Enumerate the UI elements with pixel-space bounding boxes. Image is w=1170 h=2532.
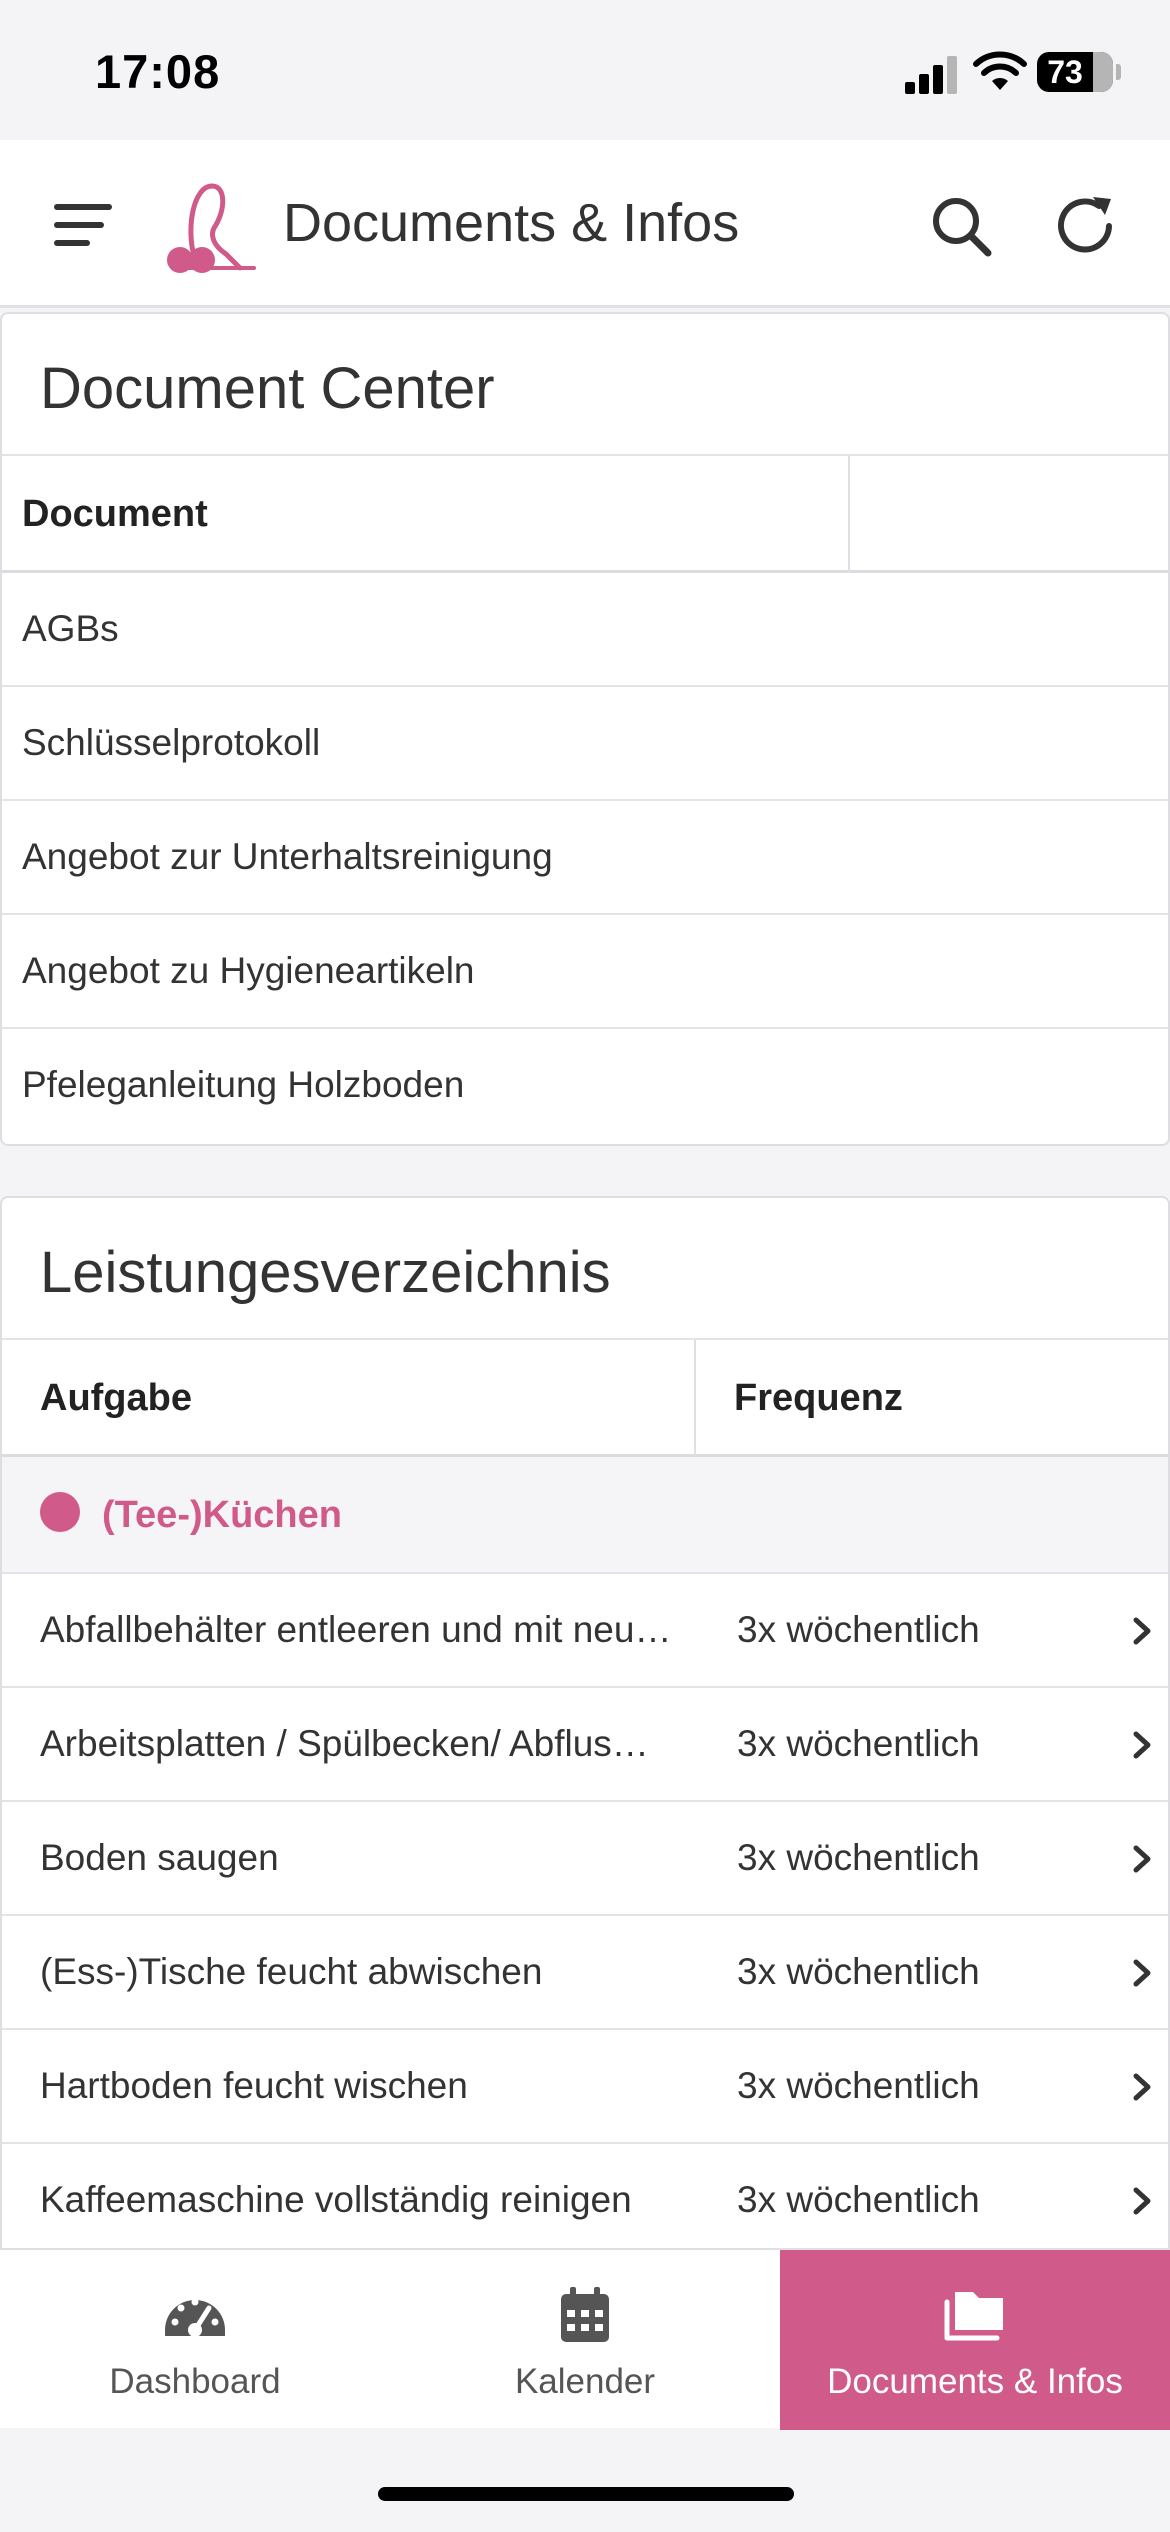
task-row[interactable]: Boden saugen 3x wöchentlich — [2, 1802, 1168, 1916]
task-name: Hartboden feucht wischen — [40, 2065, 468, 2106]
gauge-icon — [165, 2298, 225, 2337]
home-indicator[interactable] — [378, 2487, 794, 2501]
nav-item-dashboard[interactable]: Dashboard — [0, 2250, 390, 2430]
battery-level: 73 — [1047, 54, 1083, 90]
nav-item-documents-infos[interactable]: Documents & Infos — [780, 2250, 1170, 2430]
nav-label-dashboard: Dashboard — [109, 2362, 281, 2401]
chevron-right-icon — [1133, 2187, 1151, 2215]
leistungsverzeichnis-title: Leistungesverzeichnis — [2, 1198, 1168, 1340]
task-frequency: 3x wöchentlich — [737, 1837, 980, 1878]
task-name: (Ess-)Tische feucht abwischen — [40, 1951, 543, 1992]
chevron-right-icon — [1133, 1731, 1151, 1759]
task-table-header: Aufgabe Frequenz — [2, 1340, 1168, 1457]
document-row-pflegeanleitung-holzboden[interactable]: Pfeleganleitung Holzboden — [2, 1029, 1168, 1143]
task-row[interactable]: Kaffeemaschine vollständig reinigen 3x w… — [2, 2144, 1168, 2254]
nav-label-kalender: Kalender — [514, 2362, 656, 2401]
document-center-card: Document Center Document AGBs Schlüsselp… — [0, 312, 1170, 1146]
document-row-schluesselprotokoll[interactable]: Schlüsselprotokoll — [2, 687, 1168, 801]
task-row[interactable]: Abfallbehälter entleeren und mit neu… 3x… — [2, 1574, 1168, 1688]
column-header-frequenz[interactable]: Frequenz — [734, 1340, 903, 1457]
task-row[interactable]: (Ess-)Tische feucht abwischen 3x wöchent… — [2, 1916, 1168, 2030]
task-frequency: 3x wöchentlich — [737, 1951, 980, 1992]
task-frequency: 3x wöchentlich — [737, 1723, 980, 1764]
column-header-document[interactable]: Document — [22, 456, 208, 573]
task-name: Kaffeemaschine vollständig reinigen — [40, 2179, 632, 2220]
chevron-right-icon — [1133, 1617, 1151, 1645]
column-header-aufgabe[interactable]: Aufgabe — [40, 1340, 192, 1457]
document-row-angebot-hygieneartikel[interactable]: Angebot zu Hygieneartikeln — [2, 915, 1168, 1029]
refresh-icon[interactable] — [1053, 193, 1119, 259]
document-center-title: Document Center — [2, 314, 1168, 456]
document-table-header: Document — [2, 456, 1168, 573]
nav-label-documents-infos: Documents & Infos — [827, 2362, 1123, 2401]
group-color-dot — [40, 1492, 80, 1532]
cellular-signal-icon — [905, 52, 961, 94]
task-name: Abfallbehälter entleeren und mit neu… — [40, 1609, 672, 1650]
task-frequency: 3x wöchentlich — [737, 2179, 980, 2220]
search-icon[interactable] — [930, 195, 994, 259]
task-name: Arbeitsplatten / Spülbecken/ Abflus… — [40, 1723, 649, 1764]
chevron-right-icon — [1133, 1845, 1151, 1873]
leistungsverzeichnis-card: Leistungesverzeichnis Aufgabe Frequenz (… — [0, 1196, 1170, 2256]
chevron-right-icon — [1133, 1959, 1151, 1987]
document-row-angebot-unterhaltsreinigung[interactable]: Angebot zur Unterhaltsreinigung — [2, 801, 1168, 915]
status-bar: 17:08 73 — [0, 0, 1170, 140]
page-title: Documents & Infos — [283, 193, 740, 253]
app-header: Documents & Infos — [0, 140, 1170, 308]
chevron-right-icon — [1133, 2073, 1151, 2101]
task-row[interactable]: Arbeitsplatten / Spülbecken/ Abflus… 3x … — [2, 1688, 1168, 1802]
task-frequency: 3x wöchentlich — [737, 1609, 980, 1650]
bottom-navigation: Dashboard Kalender Documents & Infos — [0, 2248, 1170, 2430]
group-row-tee-kuechen[interactable]: (Tee-)Küchen — [2, 1457, 1168, 1574]
calendar-icon — [561, 2287, 609, 2342]
wifi-icon — [973, 51, 1027, 90]
task-frequency: 3x wöchentlich — [737, 2065, 980, 2106]
folder-icon — [944, 2292, 1003, 2341]
document-row-agbs[interactable]: AGBs — [2, 573, 1168, 687]
task-row[interactable]: Hartboden feucht wischen 3x wöchentlich — [2, 2030, 1168, 2144]
battery-icon: 73 — [1037, 52, 1113, 92]
app-logo-icon — [167, 183, 256, 273]
group-label: (Tee-)Küchen — [102, 1494, 342, 1536]
task-name: Boden saugen — [40, 1837, 279, 1878]
nav-item-kalender[interactable]: Kalender — [390, 2250, 780, 2430]
status-time: 17:08 — [95, 45, 221, 98]
hamburger-menu-button[interactable] — [54, 204, 112, 248]
